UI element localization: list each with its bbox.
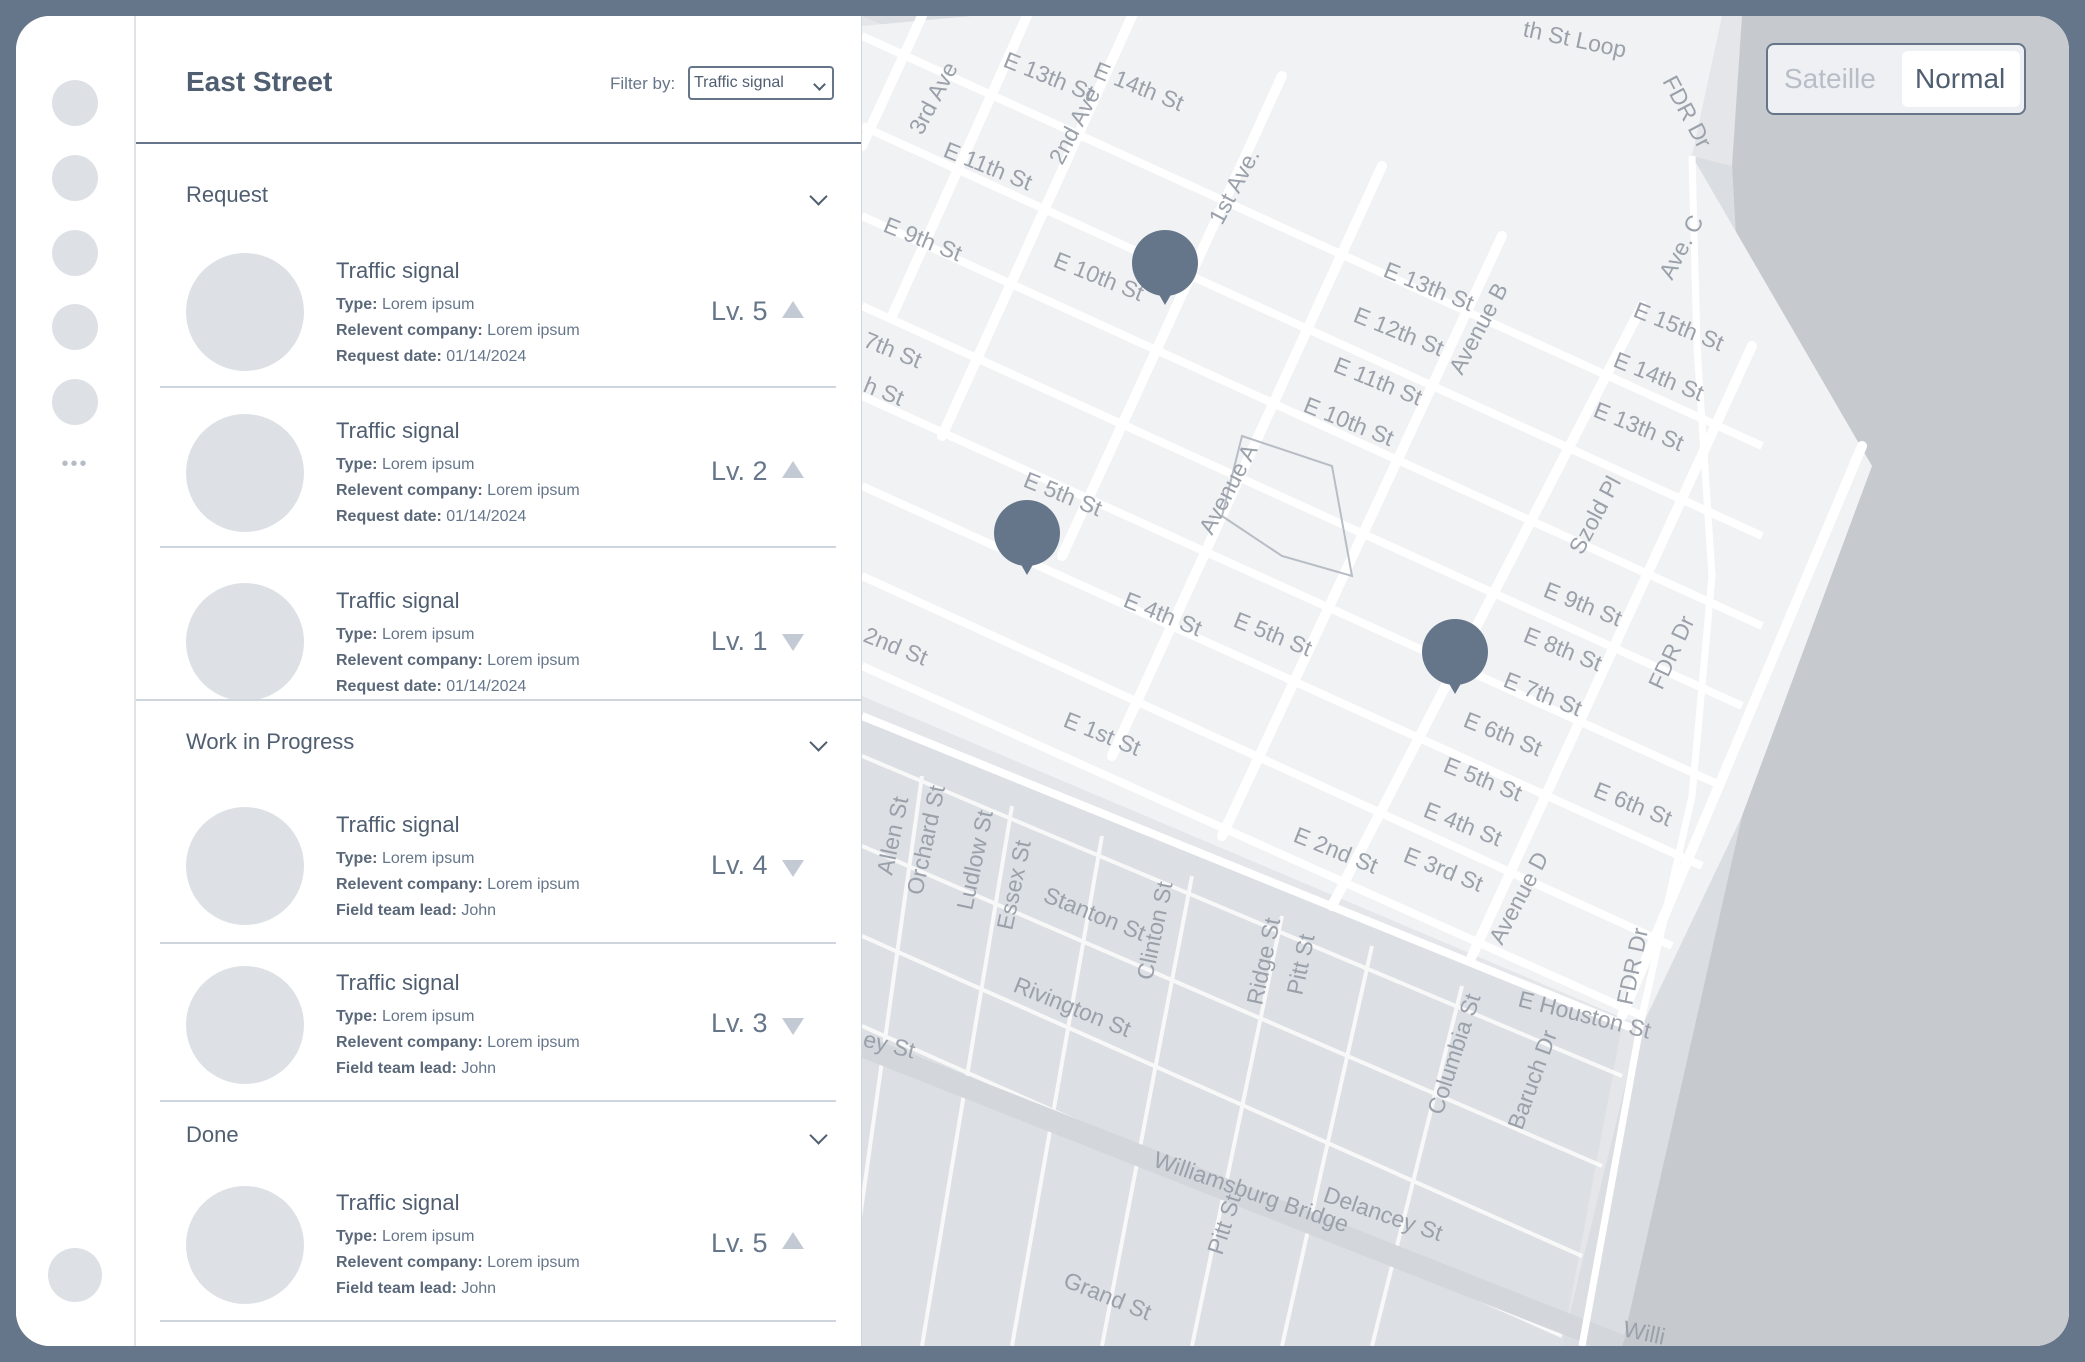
item-company: Relevent company: Lorem ipsum [336, 652, 580, 669]
chevron-down-icon[interactable] [809, 1126, 828, 1145]
app-frame: ••• East Street Filter by: Traffic signa… [16, 16, 2069, 1346]
arrow-up-icon [782, 461, 804, 478]
normal-toggle-label: Normal [1915, 63, 2006, 94]
item-type: Type: Lorem ipsum [336, 456, 475, 473]
map-view[interactable]: E 14th St E 13th St E 11th St 3rd Ave 2n… [862, 16, 2069, 1346]
item-type: Type: Lorem ipsum [336, 296, 475, 313]
item-level: Lv. 4 [711, 850, 768, 880]
item-team-lead: Field team lead: John [336, 902, 497, 919]
arrow-down-icon [782, 634, 804, 651]
list-item[interactable]: Traffic signal Type: Lorem ipsum Releven… [160, 388, 836, 548]
section-title-request: Request [186, 182, 268, 207]
chevron-down-icon[interactable] [809, 187, 828, 206]
nav-icon-1[interactable] [52, 80, 98, 126]
arrow-down-icon [782, 1018, 804, 1035]
section-title-done: Done [186, 1122, 239, 1147]
list-item[interactable]: Traffic signal Type: Lorem ipsum Releven… [160, 548, 836, 706]
list-item[interactable]: Traffic signal Type: Lorem ipsum Releven… [160, 942, 836, 1102]
item-thumbnail [186, 966, 304, 1084]
item-type: Type: Lorem ipsum [336, 850, 475, 867]
arrow-down-icon [782, 860, 804, 877]
item-company: Relevent company: Lorem ipsum [336, 1254, 580, 1271]
filter-label: Filter by: [610, 74, 676, 93]
item-thumbnail [186, 1186, 304, 1304]
nav-icon-3[interactable] [52, 230, 98, 276]
nav-icon-2[interactable] [52, 155, 98, 201]
item-level: Lv. 3 [711, 1008, 768, 1038]
list-item[interactable]: Traffic signal Type: Lorem ipsum Releven… [160, 784, 836, 944]
nav-icon-5[interactable] [52, 379, 98, 425]
item-title: Traffic signal [336, 812, 460, 837]
item-level: Lv. 2 [711, 456, 768, 486]
panel-header: East Street Filter by: Traffic signal [136, 16, 861, 144]
arrow-up-icon [782, 301, 804, 318]
item-title: Traffic signal [336, 1190, 460, 1215]
item-type: Type: Lorem ipsum [336, 626, 475, 643]
arrow-up-icon [782, 1232, 804, 1249]
map-pin-icon[interactable] [1131, 229, 1199, 313]
map-pin-icon[interactable] [1421, 618, 1489, 702]
item-thumbnail [186, 253, 304, 371]
list-item[interactable]: Traffic signal Type: Lorem ipsum Releven… [160, 1162, 836, 1322]
avatar[interactable] [48, 1248, 102, 1302]
map-pin-icon[interactable] [993, 499, 1061, 583]
item-thumbnail [186, 414, 304, 532]
normal-toggle-button[interactable]: Normal [1902, 51, 2020, 107]
item-company: Relevent company: Lorem ipsum [336, 876, 580, 893]
item-level: Lv. 1 [711, 626, 768, 656]
map-view-toggle: Sateille Normal [1766, 43, 2026, 115]
item-date: Request date: 01/14/2024 [336, 508, 527, 525]
item-team-lead: Field team lead: John [336, 1280, 497, 1297]
list-panel: East Street Filter by: Traffic signal Re… [136, 16, 863, 1346]
chevron-down-icon[interactable] [809, 733, 828, 752]
item-date: Request date: 01/14/2024 [336, 678, 527, 695]
item-title: Traffic signal [336, 258, 460, 283]
item-thumbnail [186, 583, 304, 701]
item-company: Relevent company: Lorem ipsum [336, 482, 580, 499]
nav-icon-4[interactable] [52, 304, 98, 350]
satellite-toggle-button[interactable]: Sateille [1784, 63, 1876, 95]
list-item[interactable]: Traffic signal Type: Lorem ipsum Releven… [160, 228, 836, 388]
item-type: Type: Lorem ipsum [336, 1008, 475, 1025]
section-divider [136, 699, 861, 701]
item-title: Traffic signal [336, 418, 460, 443]
item-company: Relevent company: Lorem ipsum [336, 322, 580, 339]
item-title: Traffic signal [336, 588, 460, 613]
chevron-down-icon [813, 78, 826, 91]
item-type: Type: Lorem ipsum [336, 1228, 475, 1245]
item-title: Traffic signal [336, 970, 460, 995]
nav-rail: ••• [16, 16, 136, 1346]
item-date: Request date: 01/14/2024 [336, 348, 527, 365]
item-level: Lv. 5 [711, 1228, 768, 1258]
filter-dropdown[interactable]: Traffic signal [688, 66, 834, 100]
item-team-lead: Field team lead: John [336, 1060, 497, 1077]
more-icon[interactable]: ••• [60, 454, 90, 474]
item-thumbnail [186, 807, 304, 925]
filter-value: Traffic signal [694, 74, 784, 91]
page-title: East Street [186, 66, 333, 97]
section-title-work-in-progress: Work in Progress [186, 729, 355, 754]
item-company: Relevent company: Lorem ipsum [336, 1034, 580, 1051]
item-level: Lv. 5 [711, 296, 768, 326]
